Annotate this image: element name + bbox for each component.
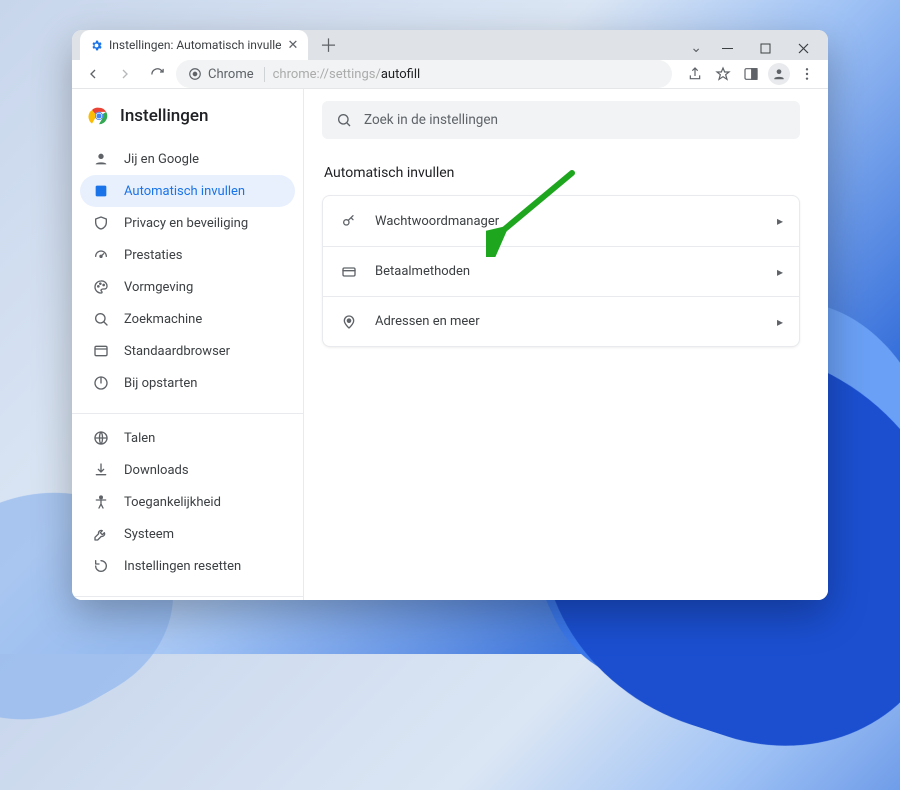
sidebar-item-label: Talen [124, 431, 155, 446]
minimize-button[interactable] [708, 33, 746, 63]
sidebar-item-systeem[interactable]: Systeem [80, 518, 295, 550]
sidebar-item-label: Zoekmachine [124, 312, 202, 327]
gear-icon [90, 39, 103, 52]
autofill-icon [93, 183, 109, 199]
sidebar-item-instellingen-resetten[interactable]: Instellingen resetten [80, 550, 295, 582]
sidebar-item-label: Privacy en beveiliging [124, 216, 248, 231]
sidebar-item-bij-opstarten[interactable]: Bij opstarten [80, 367, 295, 399]
globe-icon [93, 430, 109, 446]
tab-title: Instellingen: Automatisch invulle [109, 38, 282, 52]
sidebar-item-label: Systeem [124, 527, 174, 542]
row-label: Wachtwoordmanager [375, 214, 499, 229]
sidebar-item-vormgeving[interactable]: Vormgeving [80, 271, 295, 303]
chevron-right-icon: ▸ [777, 315, 783, 329]
new-tab-button[interactable]: ＋ [314, 31, 342, 59]
search-placeholder: Zoek in de instellingen [364, 112, 498, 128]
settings-main: Zoek in de instellingen Automatisch invu… [304, 89, 828, 600]
window-controls: ⌄ [690, 30, 822, 66]
sidebar-item-zoekmachine[interactable]: Zoekmachine [80, 303, 295, 335]
search-icon [336, 112, 352, 128]
sidebar-item-standaardbrowser[interactable]: Standaardbrowser [80, 335, 295, 367]
reset-icon [93, 558, 109, 574]
sidebar-item-label: Toegankelijkheid [124, 495, 221, 510]
speed-icon [93, 247, 109, 263]
browser-tab[interactable]: Instellingen: Automatisch invulle ✕ [80, 30, 308, 60]
maximize-button[interactable] [746, 33, 784, 63]
row-label: Betaalmethoden [375, 264, 470, 279]
key-icon [341, 213, 357, 229]
palette-icon [93, 279, 109, 295]
reload-button[interactable] [144, 61, 170, 87]
wrench-icon [93, 526, 109, 542]
settings-content: Instellingen Jij en Google Automatisch in… [72, 89, 828, 600]
sidebar-item-label: Vormgeving [124, 280, 193, 295]
sidebar-item-talen[interactable]: Talen [80, 422, 295, 454]
sidebar-item-label: Bij opstarten [124, 376, 197, 391]
chevron-right-icon: ▸ [777, 265, 783, 279]
search-icon [93, 311, 109, 327]
shield-icon [93, 215, 109, 231]
sidebar-item-label: Standaardbrowser [124, 344, 230, 359]
settings-card: Wachtwoordmanager▸Betaalmethoden▸Adresse… [322, 195, 800, 347]
sidebar-item-privacy-en-beveiliging[interactable]: Privacy en beveiliging [80, 207, 295, 239]
settings-row-betaalmethoden[interactable]: Betaalmethoden ▸ [323, 246, 799, 296]
address-bar[interactable]: Chrome chrome://settings/autofill [176, 60, 672, 88]
page-title: Instellingen [120, 106, 208, 126]
browser-icon [93, 343, 109, 359]
url-text: chrome://settings/autofill [273, 67, 421, 82]
forward-button[interactable] [112, 61, 138, 87]
chrome-window: Instellingen: Automatisch invulle ✕ ＋ ⌄ … [72, 30, 828, 600]
sidebar-item-label: Prestaties [124, 248, 182, 263]
settings-row-adressen-en-meer[interactable]: Adressen en meer ▸ [323, 296, 799, 346]
chevron-right-icon: ▸ [777, 214, 783, 228]
accessibility-icon [93, 494, 109, 510]
sidebar-item-toegankelijkheid[interactable]: Toegankelijkheid [80, 486, 295, 518]
sidebar-item-prestaties[interactable]: Prestaties [80, 239, 295, 271]
scheme-label: Chrome [208, 67, 254, 82]
site-chip[interactable]: Chrome [188, 67, 265, 82]
sidebar-item-label: Instellingen resetten [124, 559, 241, 574]
divider [72, 413, 303, 414]
settings-sidebar: Instellingen Jij en Google Automatisch in… [72, 89, 304, 600]
download-icon [93, 462, 109, 478]
secure-icon [188, 67, 202, 81]
pin-icon [341, 314, 357, 330]
tab-strip: Instellingen: Automatisch invulle ✕ ＋ ⌄ [72, 30, 828, 60]
settings-row-wachtwoordmanager[interactable]: Wachtwoordmanager ▸ [323, 196, 799, 246]
card-icon [341, 264, 357, 280]
person-icon [93, 151, 109, 167]
divider [72, 596, 303, 597]
sidebar-item-label: Automatisch invullen [124, 184, 245, 199]
sidebar-item-jij-en-google[interactable]: Jij en Google [80, 143, 295, 175]
sidebar-item-label: Downloads [124, 463, 189, 478]
sidebar-item-label: Jij en Google [124, 152, 199, 167]
sidebar-item-automatisch-invullen[interactable]: Automatisch invullen [80, 175, 295, 207]
back-button[interactable] [80, 61, 106, 87]
settings-search[interactable]: Zoek in de instellingen [322, 101, 800, 139]
sidebar-item-downloads[interactable]: Downloads [80, 454, 295, 486]
power-icon [93, 375, 109, 391]
tab-search-button[interactable]: ⌄ [690, 40, 702, 56]
close-window-button[interactable] [784, 33, 822, 63]
settings-header: Instellingen [72, 101, 303, 141]
row-label: Adressen en meer [375, 314, 480, 329]
chrome-logo-icon [88, 105, 110, 127]
close-icon[interactable]: ✕ [288, 38, 299, 53]
section-title: Automatisch invullen [324, 165, 800, 181]
